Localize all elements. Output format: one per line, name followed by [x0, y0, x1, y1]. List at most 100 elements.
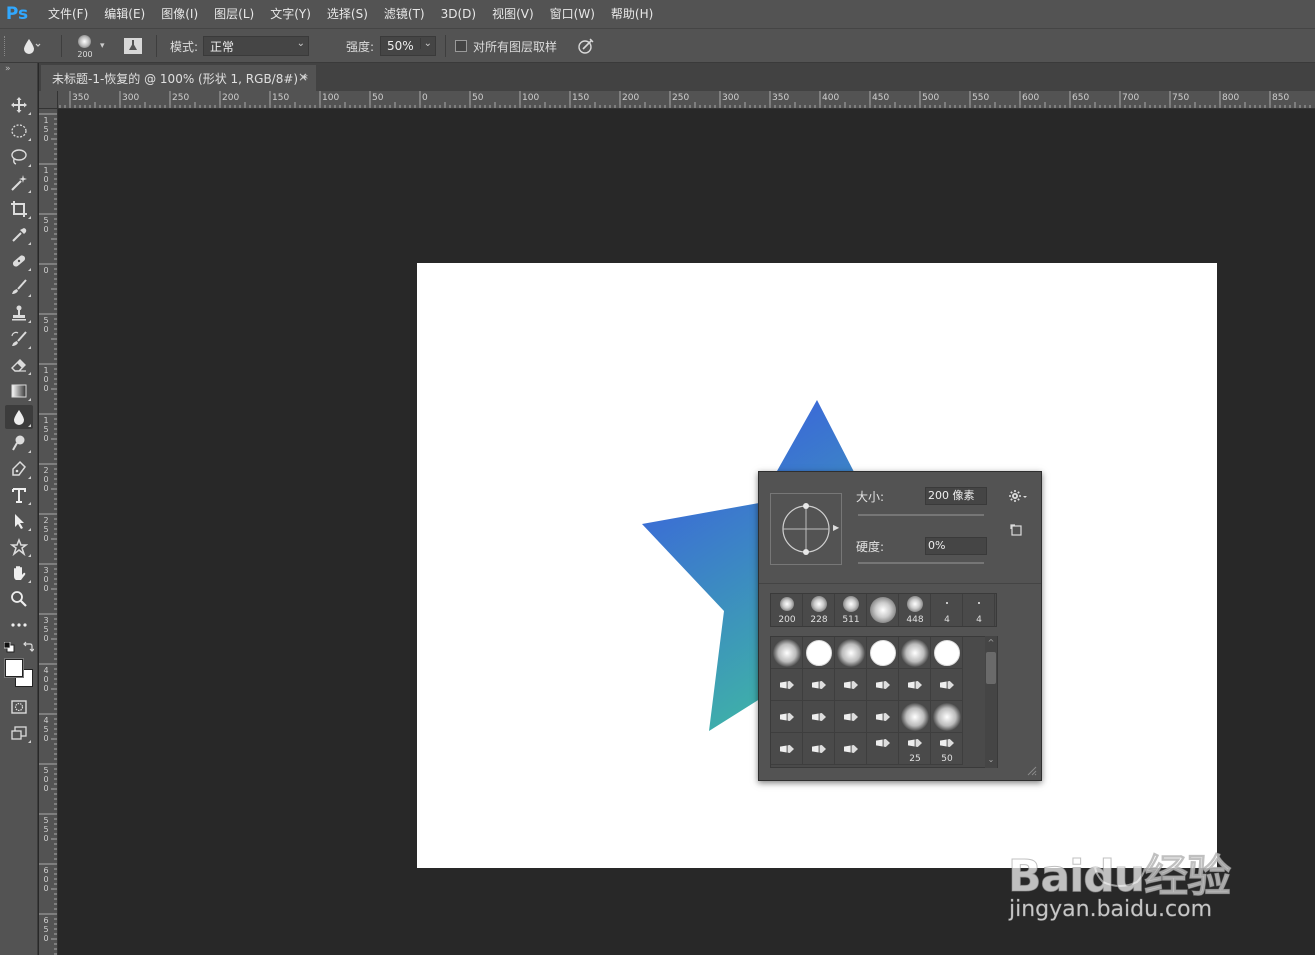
document-tab[interactable]: 未标题-1-恢复的 @ 100% (形状 1, RGB/8#) * × [41, 65, 316, 91]
menu-item[interactable]: 编辑(E) [96, 0, 153, 28]
brush-preset[interactable] [899, 669, 931, 701]
healing-brush-tool[interactable] [5, 249, 33, 273]
menu-item[interactable]: 图像(I) [153, 0, 206, 28]
brush-preset[interactable] [835, 637, 867, 669]
edit-toolbar-button[interactable] [5, 613, 33, 637]
brush-preset[interactable] [899, 637, 931, 669]
menu-item[interactable]: 3D(D) [433, 0, 484, 28]
brush-preset[interactable] [867, 669, 899, 701]
history-brush-icon [11, 331, 27, 346]
lasso-tool[interactable] [5, 145, 33, 169]
screen-mode-button[interactable] [5, 721, 33, 745]
size-slider[interactable] [858, 514, 984, 516]
brush-preset[interactable] [771, 733, 803, 765]
brush-preset[interactable] [899, 701, 931, 733]
recent-brush[interactable]: 4 [931, 594, 963, 626]
new-preset-icon[interactable] [1010, 524, 1022, 536]
hand-tool[interactable] [5, 561, 33, 585]
crop-tool[interactable] [5, 197, 33, 221]
brush-preset[interactable] [803, 669, 835, 701]
panel-collapse-icon[interactable]: » [0, 63, 37, 75]
ruler-label: 100 [43, 166, 49, 193]
menu-item[interactable]: 窗口(W) [542, 0, 603, 28]
menu-item[interactable]: 视图(V) [484, 0, 542, 28]
pen-tool[interactable] [5, 457, 33, 481]
brush-preset[interactable] [867, 733, 899, 765]
brush-preset[interactable] [803, 637, 835, 669]
pressure-toggle[interactable] [577, 29, 595, 63]
brush-preset[interactable] [931, 637, 963, 669]
blur-tool[interactable] [5, 405, 33, 429]
brush-preset[interactable] [835, 669, 867, 701]
menu-item[interactable]: 文字(Y) [262, 0, 319, 28]
ruler-origin[interactable] [39, 91, 58, 109]
close-icon[interactable]: × [298, 70, 308, 84]
ruler-label: 550 [43, 816, 49, 843]
dodge-tool[interactable] [5, 431, 33, 455]
custom-shape-tool[interactable] [5, 535, 33, 559]
strength-input[interactable]: 50% ⌄ [380, 36, 436, 56]
brush-tip-preview[interactable]: ▶ [770, 493, 842, 565]
brush-tool[interactable] [5, 275, 33, 299]
tool-preset-picker[interactable] [20, 29, 42, 63]
eyedropper-tool[interactable] [5, 223, 33, 247]
scroll-up-icon[interactable]: ^ [986, 638, 996, 647]
recent-brush[interactable]: 448 [899, 594, 931, 626]
quick-mask-button[interactable] [5, 695, 33, 719]
quick-selection-tool[interactable] [5, 171, 33, 195]
gradient-tool[interactable] [5, 379, 33, 403]
brush-preset[interactable] [771, 701, 803, 733]
clone-stamp-tool[interactable] [5, 301, 33, 325]
brush-preset[interactable]: 50 [931, 733, 963, 765]
history-brush-tool[interactable] [5, 327, 33, 351]
menu-item[interactable]: 滤镜(T) [376, 0, 433, 28]
brush-preset[interactable] [771, 669, 803, 701]
zoom-tool[interactable] [5, 587, 33, 611]
foreground-color-swatch[interactable] [5, 659, 23, 677]
brush-preset[interactable] [771, 637, 803, 669]
preset-list-scrollbar[interactable]: ^ ⌄ [985, 636, 997, 768]
scroll-down-icon[interactable]: ⌄ [986, 755, 996, 764]
brush-preset-button[interactable]: 200 ▾ [72, 29, 105, 63]
brush-panel-toggle[interactable] [123, 29, 143, 63]
swap-colors-icon[interactable] [22, 641, 34, 653]
recent-brush[interactable] [867, 594, 899, 626]
horizontal-ruler[interactable]: 350 300 250 200 150 100 50 0 50 100 150 200 250 300 35… [58, 91, 1315, 109]
vertical-ruler[interactable]: 150 100 50 0 50 100 150 200 250 300 350 400 450 500 55… [39, 109, 58, 955]
hardness-input[interactable]: 0% [925, 537, 987, 555]
recent-brush[interactable]: 228 [803, 594, 835, 626]
brush-preset[interactable] [835, 733, 867, 765]
menu-item[interactable]: 选择(S) [319, 0, 376, 28]
default-colors-icon[interactable] [4, 642, 15, 653]
brush-preset[interactable] [931, 701, 963, 733]
move-tool[interactable] [5, 93, 33, 117]
scrollbar-thumb[interactable] [986, 652, 996, 684]
type-tool[interactable] [5, 483, 33, 507]
brush-preset[interactable] [803, 701, 835, 733]
recent-brush[interactable]: 200 [771, 594, 803, 626]
recent-brush[interactable]: 4 [963, 594, 995, 626]
marquee-tool[interactable] [5, 119, 33, 143]
resize-grip-icon[interactable] [1025, 764, 1037, 776]
menu-item[interactable]: 文件(F) [40, 0, 96, 28]
brush-preset[interactable] [931, 669, 963, 701]
brush-preset[interactable] [867, 637, 899, 669]
brush-preset[interactable] [867, 701, 899, 733]
stamp-icon [12, 305, 26, 321]
sample-all-layers-option[interactable]: 对所有图层取样 [455, 29, 557, 63]
eraser-tool[interactable] [5, 353, 33, 377]
color-swatches[interactable] [5, 659, 35, 689]
ruler-label: 300 [43, 566, 49, 593]
menu-item[interactable]: 帮助(H) [603, 0, 661, 28]
brush-preset[interactable] [835, 701, 867, 733]
path-selection-tool[interactable] [5, 509, 33, 533]
size-input[interactable]: 200 像素 [925, 487, 987, 505]
settings-gear-icon[interactable] [1008, 489, 1028, 503]
brush-preset[interactable]: 25 [899, 733, 931, 765]
recent-brush[interactable]: 511 [835, 594, 867, 626]
brush-preset[interactable] [803, 733, 835, 765]
mode-select[interactable]: 正常 ⌄ [203, 36, 309, 56]
menu-item[interactable]: 图层(L) [206, 0, 262, 28]
hardness-slider[interactable] [858, 562, 984, 564]
sample-all-layers-checkbox[interactable] [455, 40, 467, 52]
